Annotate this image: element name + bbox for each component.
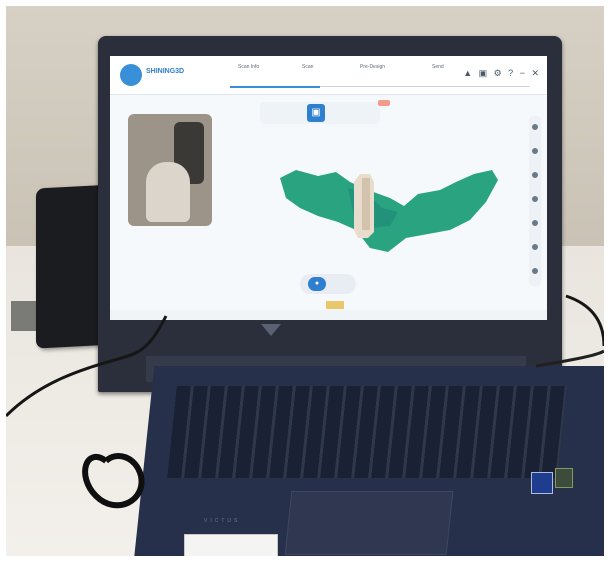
coiled-cable	[82, 453, 145, 509]
left-cable	[6, 315, 168, 418]
image-frame: SHINING3D Scan Info Scan Pre-Design Send…	[0, 0, 610, 562]
photo: SHINING3D Scan Info Scan Pre-Design Send…	[6, 6, 604, 556]
right-cable	[565, 294, 604, 347]
cables	[6, 294, 604, 509]
usb-cable	[535, 349, 604, 368]
